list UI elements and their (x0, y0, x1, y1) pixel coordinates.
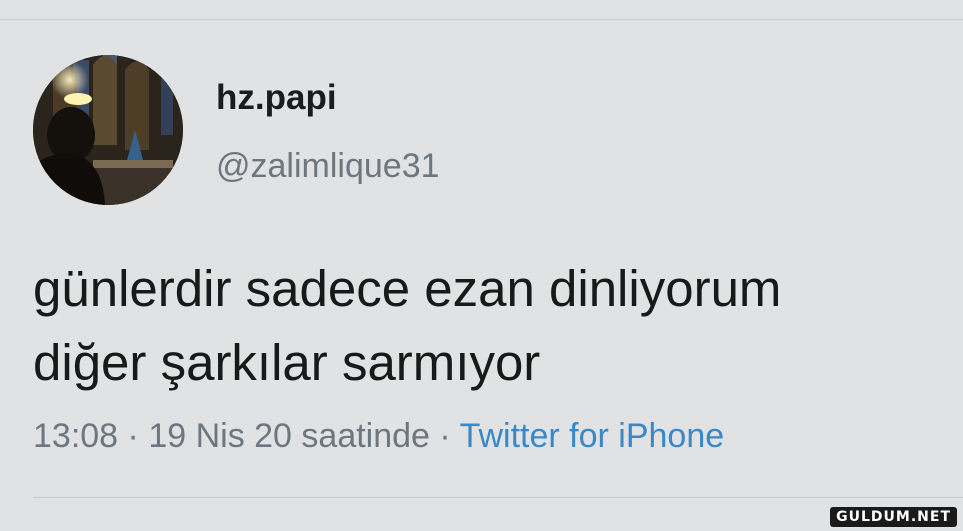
avatar-photo (33, 55, 183, 205)
tweet-date: 19 Nis 20 saatinde (148, 417, 430, 455)
tweet-source-link[interactable]: Twitter for iPhone (460, 417, 725, 455)
meta-separator: · (127, 417, 139, 455)
user-handle[interactable]: @zalimlique31 (216, 147, 440, 186)
tweet-meta: 13:08 · 19 Nis 20 saatinde · Twitter for… (33, 417, 724, 456)
meta-separator: · (439, 417, 451, 455)
top-divider (0, 19, 963, 20)
tweet-text-line-2: diğer şarkılar sarmıyor (33, 334, 541, 391)
display-name[interactable]: hz.papi (216, 78, 337, 118)
bottom-divider (33, 497, 963, 498)
tweet-text-line-1: günlerdir sadece ezan dinliyorum (33, 260, 782, 317)
tweet-text: günlerdir sadece ezan dinliyorum diğer ş… (33, 252, 953, 400)
tweet-time: 13:08 (33, 417, 119, 455)
profile-avatar[interactable] (33, 55, 183, 205)
site-watermark: GULDUM.NET (830, 507, 957, 527)
